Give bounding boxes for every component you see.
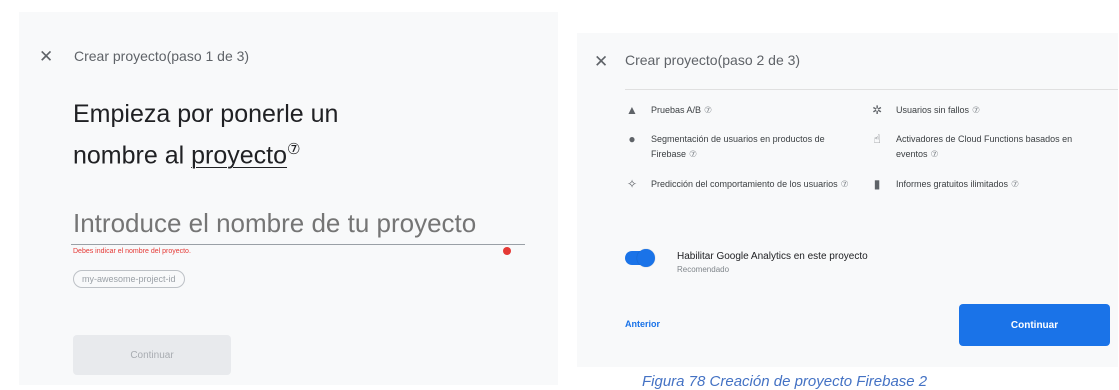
heading-line2: nombre al proyecto⑦ <box>73 132 338 173</box>
bar-chart-icon: ▮ <box>873 177 881 191</box>
step2-title: Crear proyecto(paso 2 de 3) <box>625 52 801 68</box>
toggle-knob <box>637 249 655 267</box>
feature-label: Usuarios sin fallos <box>896 105 970 115</box>
continue-button[interactable]: Continuar <box>959 304 1110 346</box>
analytics-toggle[interactable] <box>625 249 655 267</box>
analytics-label: Habilitar Google Analytics en este proye… <box>677 251 868 262</box>
feature-label: Activadores de Cloud Functions basados e… <box>896 134 1073 159</box>
help-icon[interactable]: ⑦ <box>931 149 939 159</box>
heading-proyecto-link: proyecto <box>191 141 288 170</box>
magic-wand-icon: ✧ <box>626 177 638 191</box>
help-icon[interactable]: ⑦ <box>287 141 300 158</box>
create-project-step2-panel: ✕ Crear proyecto(paso 2 de 3) ▲ Pruebas … <box>577 33 1118 367</box>
analytics-sublabel: Recomendado <box>677 265 730 274</box>
feature-label: Segmentación de usuarios en productos de… <box>651 134 825 159</box>
heading-prefix: nombre al <box>73 141 192 170</box>
error-icon <box>503 247 511 255</box>
page-heading: Empieza por ponerle un nombre al proyect… <box>73 97 338 173</box>
touch-icon: ☝ <box>873 132 881 146</box>
step1-title: Crear proyecto(paso 1 de 3) <box>74 48 250 64</box>
flask-icon: ▲ <box>626 103 638 117</box>
create-project-step1-panel: ✕ Crear proyecto(paso 1 de 3) Empieza po… <box>19 12 558 385</box>
close-icon[interactable]: ✕ <box>39 48 53 65</box>
feature-label: Pruebas A/B <box>651 105 702 115</box>
help-icon[interactable]: ⑦ <box>689 149 697 159</box>
close-icon[interactable]: ✕ <box>594 53 608 70</box>
project-name-input[interactable] <box>71 202 525 245</box>
users-icon: ● <box>628 132 636 146</box>
divider <box>625 89 1118 90</box>
figure-caption: Figura 78 Creación de proyecto Firebase … <box>642 373 928 390</box>
feature-label: Predicción del comportamiento de los usu… <box>651 179 838 189</box>
error-message: Debes indicar el nombre del proyecto. <box>73 248 191 255</box>
feature-label: Informes gratuitos ilimitados <box>896 179 1009 189</box>
back-button[interactable]: Anterior <box>625 319 660 329</box>
help-icon[interactable]: ⑦ <box>1011 179 1019 189</box>
continue-button-disabled[interactable]: Continuar <box>73 335 231 375</box>
heading-line1: Empieza por ponerle un <box>73 100 339 128</box>
help-icon[interactable]: ⑦ <box>704 105 712 115</box>
help-icon[interactable]: ⑦ <box>841 179 849 189</box>
project-id-chip[interactable]: my-awesome-project-id <box>73 270 185 288</box>
help-icon[interactable]: ⑦ <box>972 105 980 115</box>
crashlytics-icon: ✲ <box>871 103 883 117</box>
